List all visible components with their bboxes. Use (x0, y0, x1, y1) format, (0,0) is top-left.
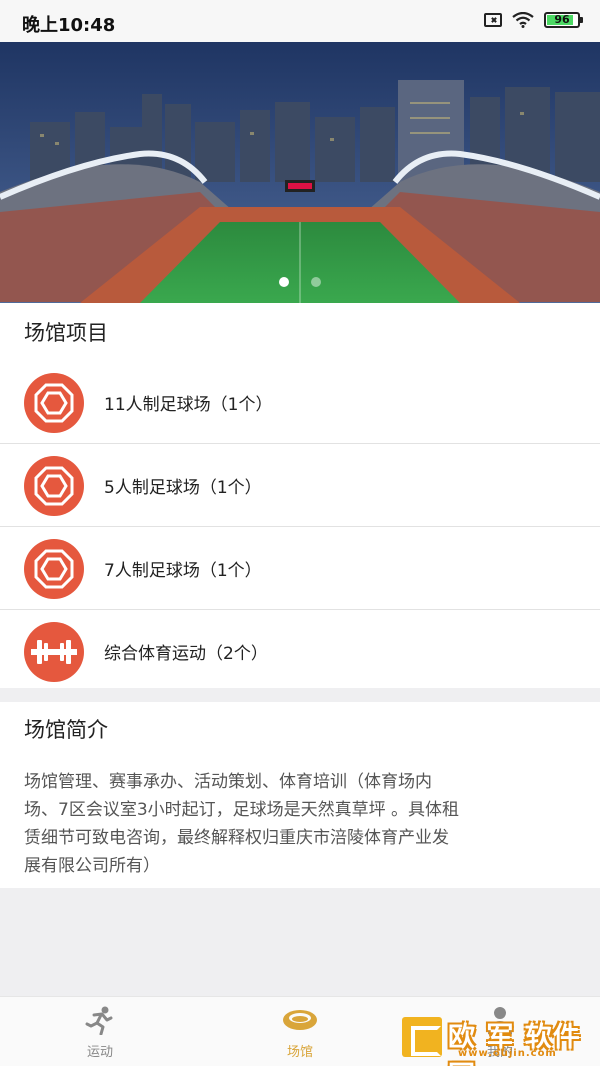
venue-intro-section: 场馆简介 场馆管理、赛事承办、活动策划、体育培训（体育场内 场、7区会议室3小时… (0, 702, 600, 888)
venue-item-multisport[interactable]: 综合体育运动（2个） (0, 610, 600, 693)
venue-items-title: 场馆项目 (24, 321, 108, 345)
football-icon (24, 372, 84, 433)
watermark-url: www.oujin.com (458, 1048, 557, 1059)
stadium-photo (0, 42, 600, 303)
venue-item-label: 11人制足球场（1个） (104, 395, 273, 415)
watermark: 欧 军 软件园 www.oujin.com (398, 1013, 594, 1066)
wifi-icon (512, 12, 534, 28)
venue-intro-text: 场馆管理、赛事承办、活动策划、体育培训（体育场内 场、7区会议室3小时起订，足球… (0, 758, 600, 880)
tab-venue[interactable]: 场馆 (250, 1005, 350, 1060)
watermark-logo-icon (402, 1017, 442, 1057)
venue-item-label: 5人制足球场（1个） (104, 478, 262, 498)
venue-item-label: 7人制足球场（1个） (104, 561, 262, 581)
status-icons: 96 (484, 12, 583, 28)
venue-item-11-football[interactable]: 11人制足球场（1个） (0, 361, 600, 444)
carousel-dot-1[interactable] (279, 277, 289, 287)
status-time: 晚上10:48 (22, 15, 116, 36)
tab-sports[interactable]: 运动 (50, 1005, 150, 1060)
running-icon (85, 1006, 113, 1035)
intro-line: 赁细节可致电咨询，最终解释权归重庆市涪陵体育产业发 (24, 828, 449, 848)
venue-intro-title: 场馆简介 (24, 718, 108, 742)
intro-line: 场、7区会议室3小时起订，足球场是天然真草坪 。具体租 (24, 800, 460, 820)
football-icon (24, 538, 84, 599)
tab-label: 运动 (86, 1045, 113, 1060)
carousel-dot-2[interactable] (311, 277, 321, 287)
banner-carousel[interactable] (0, 42, 600, 303)
football-icon (24, 455, 84, 516)
battery-level: 96 (554, 13, 570, 26)
carousel-indicator (0, 277, 600, 287)
venue-item-7-football[interactable]: 7人制足球场（1个） (0, 527, 600, 610)
stadium-icon (283, 1010, 317, 1030)
status-bar: 晚上10:48 96 (0, 0, 600, 42)
no-sim-icon (484, 13, 502, 27)
intro-line: 场馆管理、赛事承办、活动策划、体育培训（体育场内 (24, 772, 432, 792)
intro-line: 展有限公司所有） (24, 856, 160, 876)
venue-item-label: 综合体育运动（2个） (104, 644, 268, 664)
dumbbell-icon (24, 621, 84, 682)
battery-icon: 96 (544, 12, 583, 28)
tab-label: 场馆 (286, 1045, 313, 1060)
venue-items-section: 场馆项目 11人制足球场（1个） 5人制足球场（1个） 7人制足球场（1个） 综… (0, 303, 600, 688)
venue-item-5-football[interactable]: 5人制足球场（1个） (0, 444, 600, 527)
